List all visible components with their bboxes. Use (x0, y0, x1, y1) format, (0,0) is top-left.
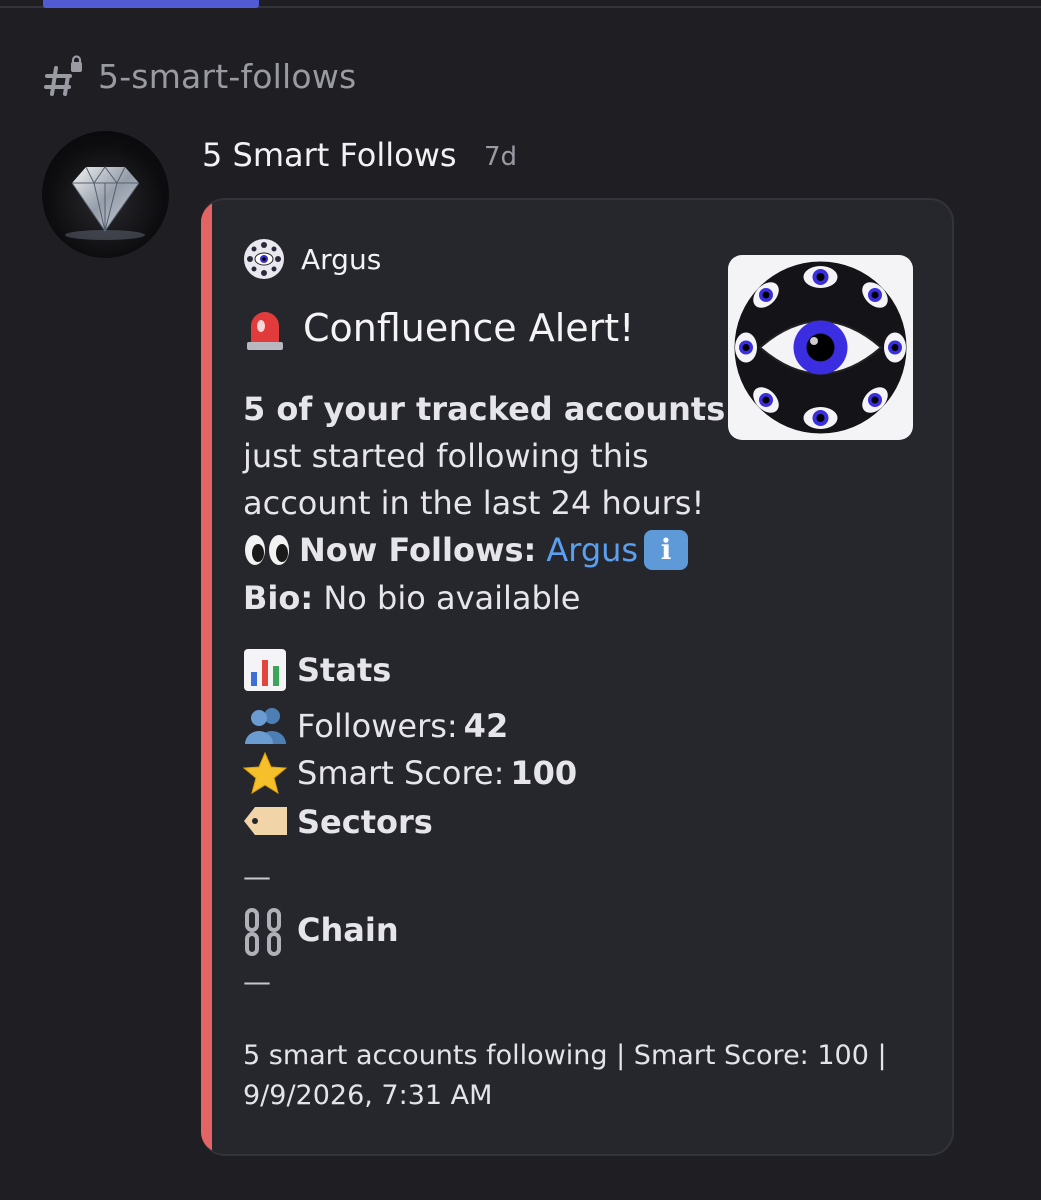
now-follows-link[interactable]: Argus (546, 531, 638, 569)
bio-value: No bio available (323, 579, 581, 617)
diamond-avatar[interactable] (42, 131, 169, 258)
title-text: Confluence Alert! (303, 306, 635, 350)
embed-accent-bar (201, 200, 212, 1154)
active-tab-indicator (43, 0, 259, 8)
followers-label: Followers: (297, 707, 458, 745)
message-timestamp: 7d (484, 142, 518, 172)
channel-name: 5-smart-follows (98, 56, 357, 96)
chain-header-text: Chain (297, 911, 399, 949)
now-follows-label: Now Follows: (299, 531, 537, 569)
sectors-value: — (243, 860, 271, 893)
chain-header: Chain (243, 908, 399, 956)
followers-row: Followers: 42 (243, 704, 508, 748)
embed-title: Confluence Alert! (243, 306, 634, 350)
eyes-icon (243, 532, 291, 568)
footer-timestamp: 9/9/2026, 7:31 AM (243, 1080, 493, 1111)
hash-lock-icon (44, 54, 84, 98)
sectors-header: Sectors (243, 803, 433, 841)
chain-icon (243, 908, 287, 956)
message-username[interactable]: 5 Smart Follows (202, 136, 457, 174)
star-icon (242, 751, 288, 795)
bio-label: Bio: (243, 579, 314, 617)
intro-line-3: account in the last 24 hours! (243, 484, 705, 522)
smart-score-row: Smart Score: 100 (242, 751, 578, 795)
sectors-header-text: Sectors (297, 803, 433, 841)
embed-footer: 5 smart accounts following | Smart Score… (243, 1036, 923, 1116)
rotating-light-icon (243, 306, 287, 350)
alert-embed: Argus Confluence Alert! 5 of your tracke… (201, 198, 954, 1156)
argus-eyes-logo[interactable] (728, 255, 913, 440)
intro-bold: 5 of your tracked accounts (243, 390, 726, 428)
embed-author[interactable]: Argus (243, 238, 381, 280)
stats-header-text: Stats (297, 651, 392, 689)
info-icon: i (644, 530, 689, 570)
now-follows-row: Now Follows: Argus i (243, 530, 689, 570)
bar-chart-icon (243, 648, 287, 692)
stats-header: Stats (243, 648, 391, 692)
smart-score-label: Smart Score: (297, 754, 505, 792)
footer-line-1: 5 smart accounts following | Smart Score… (243, 1040, 887, 1071)
label-tag-icon (243, 805, 287, 839)
chain-value: — (243, 965, 271, 998)
bio-row: Bio: No bio available (243, 579, 580, 617)
smart-score-value: 100 (510, 754, 578, 792)
intro-line-2: just started following this (243, 437, 649, 475)
channel-header[interactable]: 5-smart-follows (44, 54, 356, 98)
author-name: Argus (301, 242, 382, 276)
top-tab-bar (0, 0, 1041, 8)
eye-orb-icon (243, 238, 285, 280)
followers-value: 42 (463, 707, 509, 745)
busts-icon (243, 704, 287, 748)
